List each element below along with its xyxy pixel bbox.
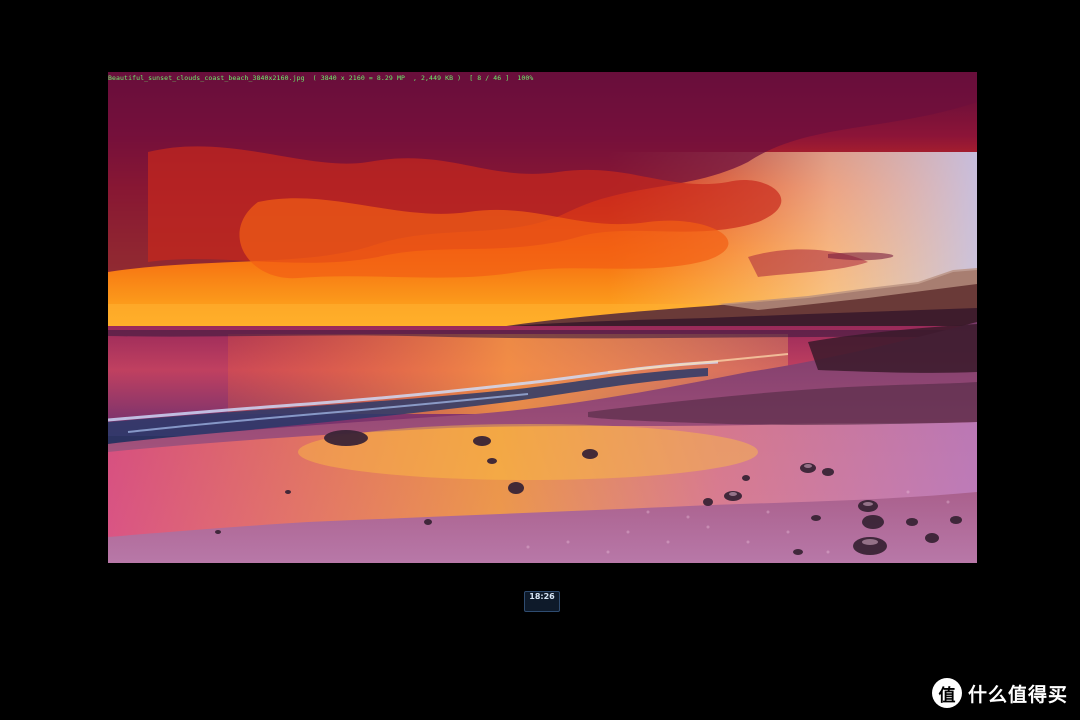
sunset-beach-photo (108, 72, 977, 563)
image-dimensions: ( 3840 x 2160 = 8.29 MP (312, 74, 405, 82)
photo-viewer-image[interactable] (108, 72, 977, 563)
image-filename: Beautiful_sunset_clouds_coast_beach_3840… (108, 74, 305, 82)
monitor-display: Beautiful_sunset_clouds_coast_beach_3840… (0, 0, 1080, 720)
image-filesize: , 2,449 KB ) (413, 74, 462, 82)
watermark-text: 什么值得买 (967, 683, 1068, 706)
image-index: [ 8 / 46 ] (469, 74, 510, 82)
clock-time: 18:26 (529, 592, 555, 601)
watermark-logo-icon: 值 (931, 678, 962, 708)
image-info-bar: Beautiful_sunset_clouds_coast_beach_3840… (108, 74, 537, 82)
zoom-level: 100% (517, 74, 534, 82)
watermark: 值 什么值得买 (931, 678, 1068, 708)
clock-widget: 18:26 (524, 591, 560, 612)
